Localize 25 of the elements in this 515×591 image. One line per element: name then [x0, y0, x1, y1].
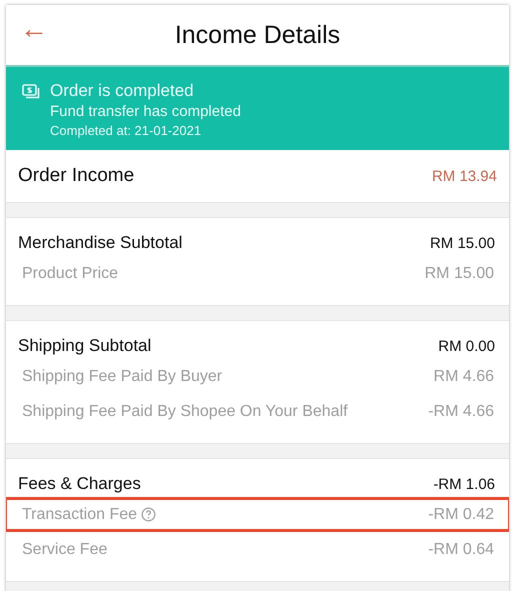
status-subtitle: Fund transfer has completed: [50, 103, 241, 120]
item-amount: RM 4.66: [434, 368, 494, 386]
item-label: Shipping Fee Paid By Buyer: [22, 368, 222, 386]
item-label: Transaction Fee: [22, 506, 138, 524]
order-income-amount: RM 13.94: [432, 168, 497, 184]
item-label: Service Fee: [22, 540, 108, 558]
section-title: Fees & Charges: [18, 474, 141, 494]
banknote-icon: [22, 84, 40, 100]
order-income-label: Order Income: [18, 165, 134, 187]
item-label: Product Price: [22, 264, 118, 282]
item-amount: RM 15.00: [424, 264, 494, 282]
item-amount: -RM 0.64: [428, 540, 494, 558]
section-title: Shipping Subtotal: [18, 336, 152, 356]
section-amount: RM 0.00: [438, 338, 495, 354]
help-icon[interactable]: [141, 507, 156, 522]
back-button[interactable]: ←: [20, 15, 48, 43]
completed-date: Completed at: 21-01-2021: [50, 123, 202, 138]
status-title: Order is completed: [50, 81, 195, 101]
section-amount: -RM 1.06: [433, 476, 495, 492]
item-amount: -RM 4.66: [428, 402, 494, 420]
item-label: Shipping Fee Paid By Shopee On Your Behalf: [22, 402, 348, 420]
section-title: Merchandise Subtotal: [18, 233, 182, 253]
page-title: Income Details: [174, 20, 340, 50]
section-amount: RM 15.00: [430, 234, 495, 252]
item-amount: -RM 0.42: [428, 506, 494, 524]
